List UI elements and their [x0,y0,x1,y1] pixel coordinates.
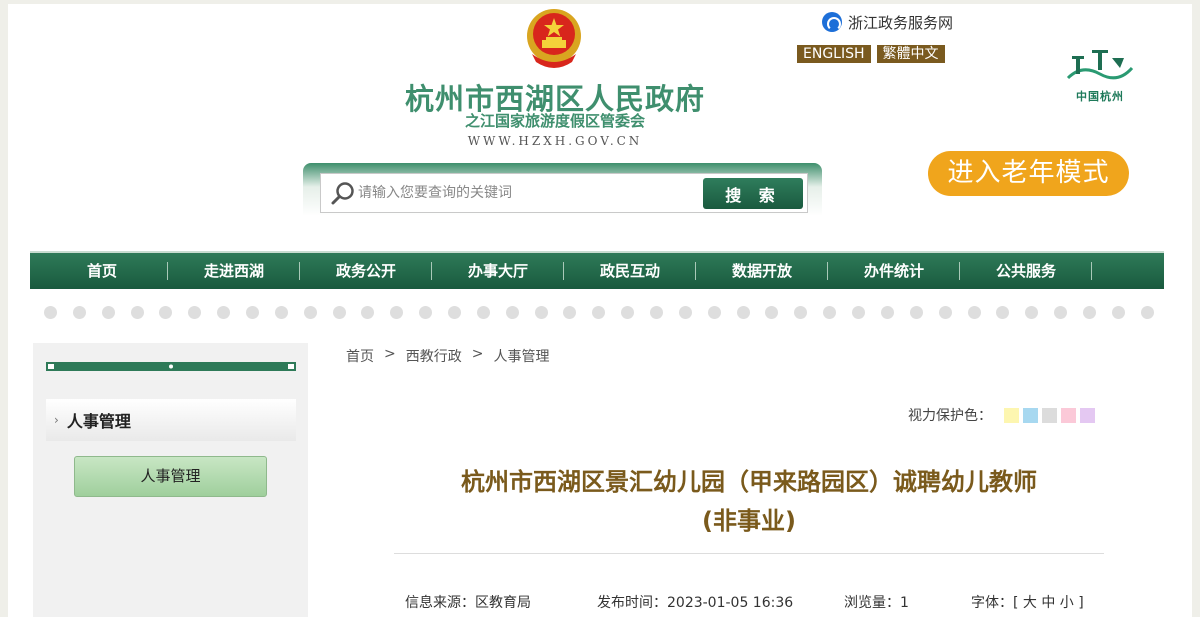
color-swatch-gray[interactable] [1042,407,1057,423]
decorative-dot [852,306,866,319]
decorative-dot [419,306,433,319]
decorative-dot [505,306,519,319]
decorative-dot [476,306,490,319]
decorative-dot [996,306,1010,319]
search-icon [331,182,354,205]
decorative-dot [159,306,173,319]
vision-protection-label: 视力保护色： [908,408,992,424]
decorative-dot [621,306,635,319]
sidebar-heading-label: 人事管理 [66,412,131,431]
decorative-dot [650,306,664,319]
decorative-dot [707,306,721,319]
zhejiang-service-link[interactable]: 浙江政务服务网 [822,11,953,33]
decorative-dot [880,306,894,319]
breadcrumb-home[interactable]: 首页 [346,346,374,366]
color-swatch-purple[interactable] [1080,407,1095,423]
chevron-right-icon: › [54,413,59,427]
elder-mode-button[interactable]: 进入老年模式 [928,151,1129,196]
nav-item-open-data[interactable]: 数据开放 [696,253,828,289]
english-link[interactable]: ENGLISH [797,45,871,63]
decorative-dot [794,306,808,319]
search-input[interactable] [358,180,698,206]
decorative-dot [217,306,231,319]
hangzhou-logo-icon [1066,50,1134,80]
decorative-dot [390,306,404,319]
decorative-dot [1082,306,1096,319]
breadcrumb-separator: > [384,346,396,362]
decorative-dot [909,306,923,319]
color-swatch-pink[interactable] [1061,407,1076,423]
decorative-dot [938,306,952,319]
breadcrumb-separator: > [471,346,484,362]
nav-item-about-xihu[interactable]: 走进西湖 [168,253,300,289]
decorative-dot [823,306,837,319]
decorative-dot [188,306,202,319]
font-size-control[interactable]: 字体：[ 大 中 小 ] [971,592,1084,612]
decorative-dot [1140,306,1154,319]
article-title: 杭州市西湖区景汇幼儿园（甲来路园区）诚聘幼儿教师 (非事业) [394,463,1104,541]
breadcrumb: 首页 > 西教行政 > 人事管理 [346,346,549,366]
decorative-dot [563,306,577,319]
zhejiang-service-label: 浙江政务服务网 [848,13,954,32]
title-divider [394,553,1104,554]
article-views: 浏览量：1 [844,595,909,611]
search-button[interactable]: 搜 索 [703,178,803,209]
article-publish-time: 发布时间：2023-01-05 16:36 [597,595,794,611]
decorative-dot [1111,306,1125,319]
hangzhou-city-logo: 中国杭州 [1060,44,1140,106]
decorative-dot [592,306,606,319]
decorative-dot [130,306,144,319]
traditional-chinese-link[interactable]: 繁體中文 [876,45,945,63]
article-title-line2: (非事业) [702,507,796,535]
breadcrumb-current[interactable]: 人事管理 [493,346,549,366]
national-emblem-icon [527,9,581,68]
hangzhou-logo-text: 中国杭州 [1076,90,1124,103]
decorative-dot [101,306,115,319]
decorative-dot [736,306,750,319]
decorative-dot [274,306,288,319]
decorative-dot [1054,306,1068,319]
decorative-dot-row [44,306,1154,320]
decorative-dot [303,306,317,319]
language-switcher: ENGLISH 繁體中文 [797,45,945,63]
site-subtitle: 之江国家旅游度假区管委会 [464,112,645,130]
decorative-dot [246,306,260,319]
decorative-dot [448,306,462,319]
main-nav: 首页 走进西湖 政务公开 办事大厅 政民互动 数据开放 办件统计 公共服务 [30,251,1164,289]
nav-item-service-hall[interactable]: 办事大厅 [432,253,564,289]
breadcrumb-section[interactable]: 西教行政 [406,346,462,366]
decorative-dot [361,306,375,319]
decorative-dot [678,306,692,319]
nav-item-interaction[interactable]: 政民互动 [564,253,696,289]
nav-item-statistics[interactable]: 办件统计 [828,253,960,289]
zhejiang-service-icon [822,12,842,32]
article-title-line1: 杭州市西湖区景汇幼儿园（甲来路园区）诚聘幼儿教师 [461,468,1037,496]
sidebar-heading: › 人事管理 [46,399,296,441]
site-url: WWW.HZXH.GOV.CN [467,134,643,148]
nav-item-home[interactable]: 首页 [36,253,168,289]
decorative-dot [332,306,346,319]
color-swatch-blue[interactable] [1023,407,1038,423]
vision-protection-colors: 视力保护色： [908,405,1095,425]
sidebar-ornament [46,362,296,371]
nav-item-gov-info[interactable]: 政务公开 [300,253,432,289]
decorative-dot [967,306,981,319]
article-source: 信息来源：区教育局 [405,595,531,611]
sidebar-item-personnel[interactable]: 人事管理 [74,456,267,497]
decorative-dot [44,306,57,319]
decorative-dot [1025,306,1039,319]
decorative-dot [534,306,548,319]
color-swatch-yellow[interactable] [1004,407,1019,423]
decorative-dot [72,306,86,319]
decorative-dot [765,306,779,319]
nav-item-public-service[interactable]: 公共服务 [960,253,1092,289]
